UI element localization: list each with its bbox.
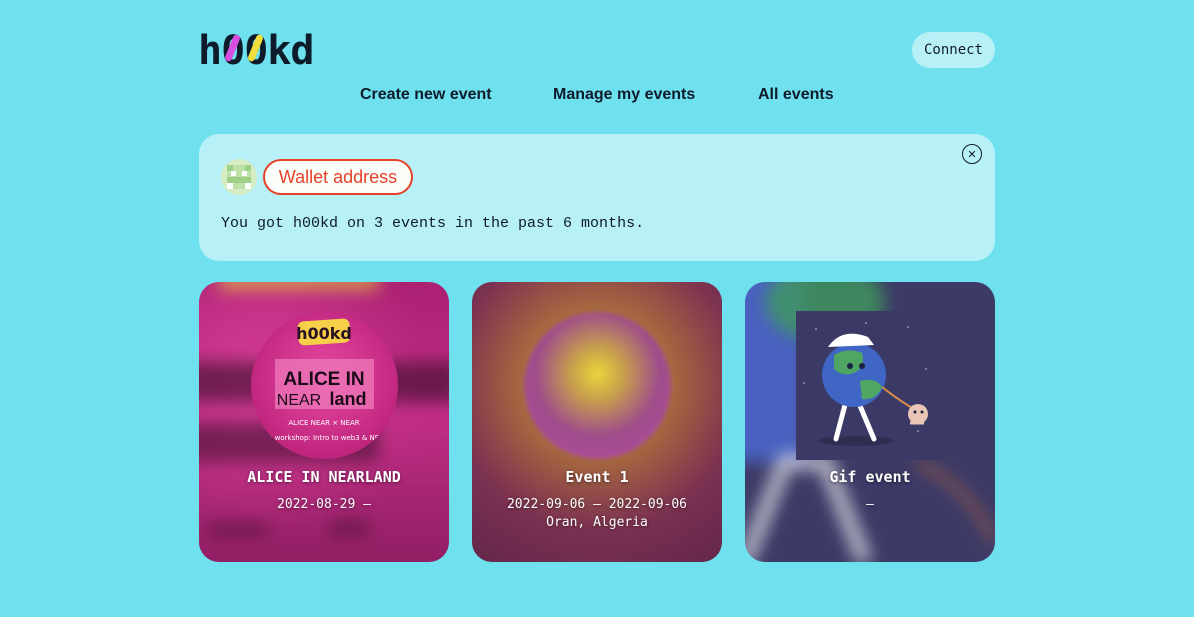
logo-letters-kd: kd [267, 28, 314, 74]
logo-zero-1: 0 [221, 28, 245, 74]
event-date: 2022-09-06 – 2022-09-06 [506, 497, 687, 512]
pixel-avatar-icon [221, 159, 257, 195]
event-title: ALICE IN NEARLAND [247, 468, 401, 486]
event-location: Oran, Algeria [546, 515, 648, 530]
event-title: Event 1 [565, 468, 629, 486]
wallet-address-badge[interactable]: Wallet address [263, 159, 413, 195]
events-summary: You got h00kd on 3 events in the past 6 … [221, 215, 645, 232]
gif-event-image [796, 311, 943, 460]
event-1-image [524, 312, 671, 459]
event-card-alice[interactable]: h00kd ALICE IN NEAR land ALICE NEAR × NE… [199, 282, 449, 562]
event-date: 2022-08-29 – [277, 497, 371, 512]
nav-create-new-event[interactable]: Create new event [360, 86, 492, 104]
profile-panel: ✕ Wallet address You got h00kd on 3 even… [199, 134, 995, 261]
page: h 0 0 kd Connect Create new event Manage… [0, 0, 1194, 617]
svg-text:ALICE IN: ALICE IN [283, 369, 364, 390]
alice-event-image: h00kd ALICE IN NEAR land ALICE NEAR × NE… [251, 312, 398, 459]
nav-all-events[interactable]: All events [758, 86, 834, 104]
event-date: – [866, 497, 874, 512]
event-card-event-1[interactable]: Event 1 2022-09-06 – 2022-09-06 Oran, Al… [472, 282, 722, 562]
svg-text:ALICE NEAR × NEAR: ALICE NEAR × NEAR [288, 419, 359, 427]
svg-text:land: land [329, 389, 366, 409]
nav-manage-my-events[interactable]: Manage my events [553, 86, 695, 104]
svg-text:Edu workshop: Intro to web3 &: Edu workshop: Intro to web3 & NEAR [259, 434, 389, 442]
logo-zero-2: 0 [244, 28, 268, 74]
event-title: Gif event [829, 468, 911, 486]
svg-text:NEAR: NEAR [277, 392, 321, 409]
event-card-gif-event[interactable]: Gif event – [745, 282, 995, 562]
logo-letter-h: h [198, 28, 222, 74]
connect-button[interactable]: Connect [912, 32, 995, 68]
h00kd-logo[interactable]: h 0 0 kd [198, 28, 314, 74]
close-icon[interactable]: ✕ [962, 144, 982, 164]
svg-text:h00kd: h00kd [296, 324, 352, 343]
main-nav: Create new event Manage my events All ev… [0, 86, 1194, 108]
